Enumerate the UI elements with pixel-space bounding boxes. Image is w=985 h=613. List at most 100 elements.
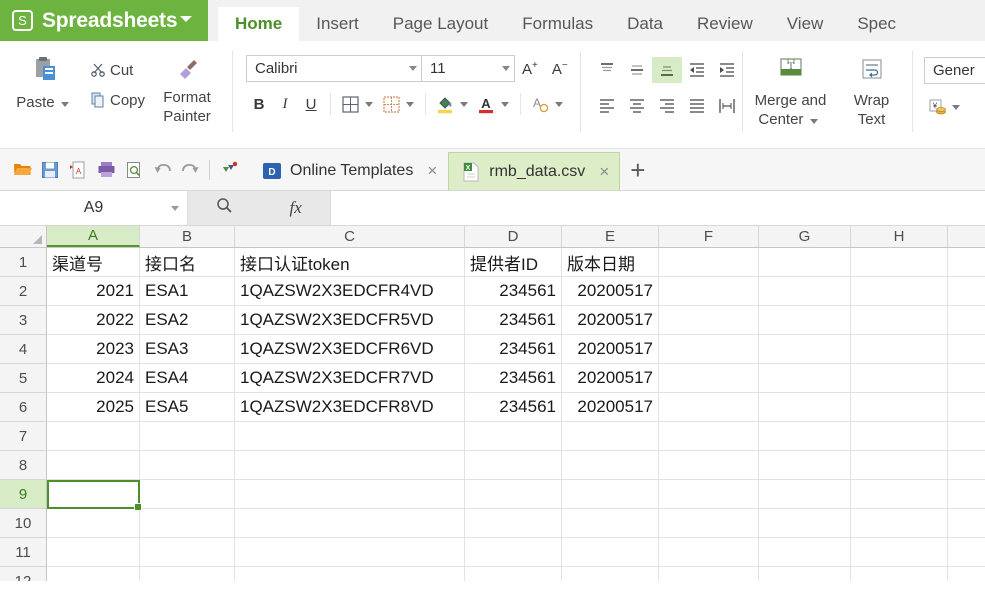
cell-G6[interactable] xyxy=(759,393,851,421)
align-justify-button[interactable] xyxy=(682,93,712,119)
cell-C6[interactable]: 1QAZSW2X3EDCFR8VD xyxy=(235,393,465,421)
cell-H3[interactable] xyxy=(851,306,948,334)
cell-A2[interactable]: 2021 xyxy=(47,277,140,305)
name-box[interactable]: A9 xyxy=(0,191,188,225)
cell-C11[interactable] xyxy=(235,538,465,566)
cell-H12[interactable] xyxy=(851,567,948,581)
cell-G8[interactable] xyxy=(759,451,851,479)
chevron-down-icon[interactable] xyxy=(60,102,69,107)
cell-B6[interactable]: ESA5 xyxy=(140,393,235,421)
cell-E6[interactable]: 20200517 xyxy=(562,393,659,421)
cell-B1[interactable]: 接口名 xyxy=(140,248,235,276)
cell-G9[interactable] xyxy=(759,480,851,508)
column-header-a[interactable]: A xyxy=(47,226,140,247)
accounting-format-button[interactable]: ¥ xyxy=(924,94,950,120)
cell-A6[interactable]: 2025 xyxy=(47,393,140,421)
cell-E9[interactable] xyxy=(562,480,659,508)
undo-button[interactable] xyxy=(148,156,176,184)
cell-F9[interactable] xyxy=(659,480,759,508)
cell-G10[interactable] xyxy=(759,509,851,537)
tab-formulas[interactable]: Formulas xyxy=(505,7,610,41)
clear-format-button[interactable]: A xyxy=(527,91,553,117)
cell-H4[interactable] xyxy=(851,335,948,363)
cell-A8[interactable] xyxy=(47,451,140,479)
align-center-button[interactable] xyxy=(622,93,652,119)
save-button[interactable] xyxy=(36,156,64,184)
cell-E3[interactable]: 20200517 xyxy=(562,306,659,334)
cell-F3[interactable] xyxy=(659,306,759,334)
row-header-2[interactable]: 2 xyxy=(0,277,46,306)
cell-A5[interactable]: 2024 xyxy=(47,364,140,392)
tab-special[interactable]: Spec xyxy=(840,7,913,41)
cell-B2[interactable]: ESA1 xyxy=(140,277,235,305)
cell-A9[interactable] xyxy=(47,480,140,508)
select-all-corner[interactable] xyxy=(0,226,47,247)
cell-B12[interactable] xyxy=(140,567,235,581)
cell-H6[interactable] xyxy=(851,393,948,421)
tab-data[interactable]: Data xyxy=(610,7,680,41)
row-header-9[interactable]: 9 xyxy=(0,480,46,509)
row-header-11[interactable]: 11 xyxy=(0,538,46,567)
cell-I4[interactable] xyxy=(948,335,985,363)
paste-button[interactable]: Paste xyxy=(8,49,82,126)
cell-F8[interactable] xyxy=(659,451,759,479)
cell-I3[interactable] xyxy=(948,306,985,334)
open-file-button[interactable] xyxy=(8,156,36,184)
cell-A4[interactable]: 2023 xyxy=(47,335,140,363)
cell-E4[interactable]: 20200517 xyxy=(562,335,659,363)
tab-view[interactable]: View xyxy=(770,7,841,41)
chevron-down-icon[interactable] xyxy=(502,66,510,71)
cell-H2[interactable] xyxy=(851,277,948,305)
print-button[interactable] xyxy=(92,156,120,184)
cell-B5[interactable]: ESA4 xyxy=(140,364,235,392)
copy-button[interactable]: Copy xyxy=(82,85,149,115)
cell-D9[interactable] xyxy=(465,480,562,508)
formula-input[interactable] xyxy=(331,191,985,225)
cell-E11[interactable] xyxy=(562,538,659,566)
row-header-10[interactable]: 10 xyxy=(0,509,46,538)
cell-H5[interactable] xyxy=(851,364,948,392)
row-header-1[interactable]: 1 xyxy=(0,248,46,277)
column-header-g[interactable]: G xyxy=(759,226,851,247)
tab-insert[interactable]: Insert xyxy=(299,7,376,41)
chevron-down-icon[interactable] xyxy=(809,119,818,124)
cell-A1[interactable]: 渠道号 xyxy=(47,248,140,276)
align-middle-button[interactable] xyxy=(622,57,652,83)
cell-G7[interactable] xyxy=(759,422,851,450)
cell-B7[interactable] xyxy=(140,422,235,450)
bold-button[interactable]: B xyxy=(246,91,272,117)
cell-G2[interactable] xyxy=(759,277,851,305)
cell-G5[interactable] xyxy=(759,364,851,392)
cell-H8[interactable] xyxy=(851,451,948,479)
cell-B3[interactable]: ESA2 xyxy=(140,306,235,334)
font-name-combo[interactable]: Calibri xyxy=(246,55,422,82)
cell-C7[interactable] xyxy=(235,422,465,450)
cell-E1[interactable]: 版本日期 xyxy=(562,248,659,276)
row-header-3[interactable]: 3 xyxy=(0,306,46,335)
cell-C2[interactable]: 1QAZSW2X3EDCFR4VD xyxy=(235,277,465,305)
row-header-5[interactable]: 5 xyxy=(0,364,46,393)
customize-qat-button[interactable] xyxy=(215,156,243,184)
cell-H7[interactable] xyxy=(851,422,948,450)
column-header-e[interactable]: E xyxy=(562,226,659,247)
cell-B10[interactable] xyxy=(140,509,235,537)
chevron-down-icon[interactable] xyxy=(460,101,468,107)
cell-C9[interactable] xyxy=(235,480,465,508)
decrease-indent-button[interactable] xyxy=(682,57,712,83)
cell-G12[interactable] xyxy=(759,567,851,581)
cell-I12[interactable] xyxy=(948,567,985,581)
chevron-down-icon[interactable] xyxy=(365,101,373,107)
font-size-combo[interactable]: 11 xyxy=(421,55,515,82)
cell-A11[interactable] xyxy=(47,538,140,566)
merge-and-center-button[interactable]: T Merge and Center xyxy=(750,53,831,129)
column-header-b[interactable]: B xyxy=(140,226,235,247)
cell-E8[interactable] xyxy=(562,451,659,479)
cell-F5[interactable] xyxy=(659,364,759,392)
new-tab-button[interactable]: + xyxy=(620,155,655,190)
fill-color-button[interactable] xyxy=(432,91,458,117)
cell-G4[interactable] xyxy=(759,335,851,363)
cell-I1[interactable] xyxy=(948,248,985,276)
row-header-4[interactable]: 4 xyxy=(0,335,46,364)
align-bottom-button[interactable] xyxy=(652,57,682,83)
chevron-down-icon[interactable] xyxy=(555,101,563,107)
